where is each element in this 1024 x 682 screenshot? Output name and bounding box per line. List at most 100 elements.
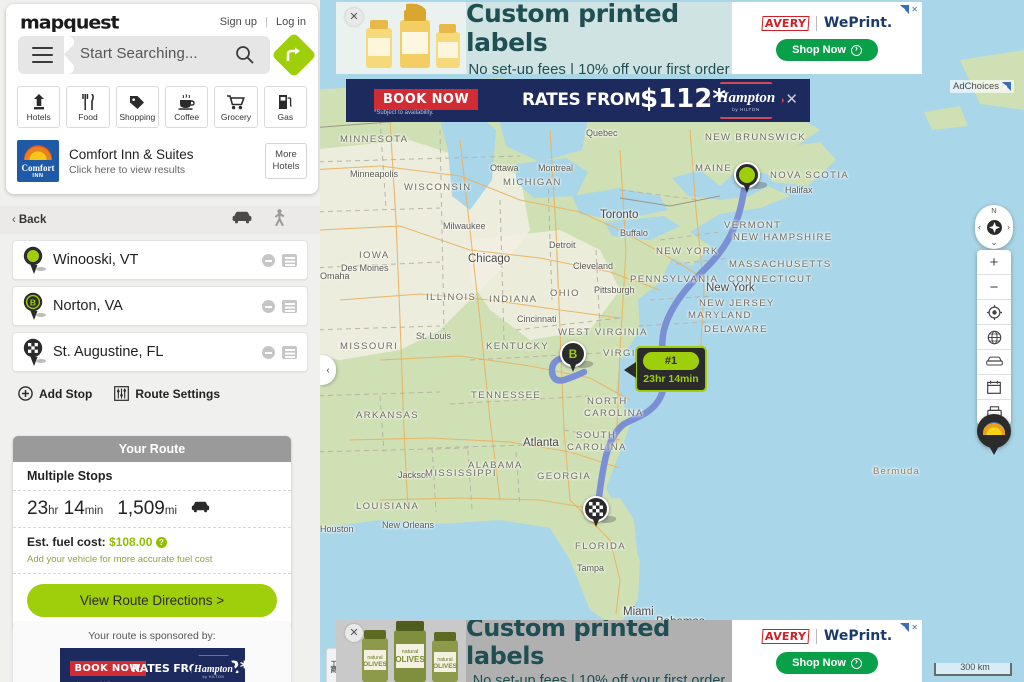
hampton-ad-close-button[interactable]: ✕: [785, 90, 798, 108]
mapquest-app: mapquest Sign up | Log in Start Searchin…: [0, 0, 1024, 682]
shop-now-button[interactable]: Shop Now: [776, 39, 878, 61]
category-food[interactable]: Food: [66, 86, 110, 128]
ad-close-x-small[interactable]: ✕: [911, 5, 918, 14]
directions-arrow-icon[interactable]: [271, 32, 317, 78]
traffic-button[interactable]: [977, 350, 1011, 375]
add-stop-button[interactable]: Add Stop: [18, 386, 92, 401]
remove-stop-icon[interactable]: [262, 253, 275, 267]
start-marker[interactable]: [734, 162, 769, 194]
map-label: Milwaukee: [443, 221, 486, 231]
stop-options-icon[interactable]: [282, 299, 297, 313]
map-label: New York: [706, 282, 755, 294]
avery-weprint-logo: AVERY WePrint.: [761, 15, 893, 31]
layers-pin-tip: [989, 446, 999, 455]
stop-options-icon[interactable]: [282, 345, 297, 359]
map-layers-button[interactable]: [977, 414, 1011, 455]
compass-hub-icon[interactable]: [987, 220, 1002, 235]
weprint-logo: WePrint.: [823, 15, 893, 31]
more-hotels-button[interactable]: More Hotels: [265, 142, 307, 180]
map-label: PENNSYLVANIA: [630, 274, 719, 285]
map-label: NEW HAMPSHIRE: [733, 232, 833, 243]
map-label: TENNESSEE: [471, 390, 542, 401]
stop-options-icon[interactable]: [282, 253, 297, 267]
map-label: Omaha: [320, 271, 350, 281]
logo-divider: [815, 628, 817, 644]
globe-view-button[interactable]: [977, 325, 1011, 350]
search-box[interactable]: Start Searching...: [18, 36, 270, 74]
my-location-button[interactable]: [977, 300, 1011, 325]
stop-row-3[interactable]: St. Augustine, FL: [12, 332, 308, 372]
sign-up-link[interactable]: Sign up: [220, 16, 257, 28]
arrow-circle-icon: [850, 43, 862, 56]
finish-marker[interactable]: [583, 496, 618, 528]
adchoices-map-link[interactable]: AdChoices: [950, 80, 1014, 93]
remove-stop-icon[interactable]: [262, 345, 275, 359]
bottom-banner-ad[interactable]: natural OLIVES natural OLIVES natural OL…: [336, 620, 922, 682]
search-icon[interactable]: [235, 45, 254, 69]
top-banner-ad[interactable]: Custom printed labels No set-up fees | 1…: [336, 2, 922, 74]
route-settings-button[interactable]: Route Settings: [114, 386, 220, 401]
stop-actions: [262, 253, 297, 267]
stop-row-2[interactable]: B Norton, VA: [12, 286, 308, 326]
map-label: Ottawa: [490, 163, 519, 173]
adchoices-link[interactable]: ✕: [900, 623, 918, 632]
view-route-directions-button[interactable]: View Route Directions >: [27, 584, 277, 617]
zoom-in-button[interactable]: +: [977, 250, 1011, 275]
bottom-ad-close-button[interactable]: ✕: [345, 624, 363, 642]
remove-stop-icon[interactable]: [262, 299, 275, 313]
category-grocery[interactable]: Grocery: [214, 86, 258, 128]
callout-tail: [624, 362, 636, 378]
finish-pin-icon: [21, 337, 47, 367]
ad-brand-panel: ✕ AVERY WePrint. Shop Now: [732, 2, 922, 74]
adchoices-icon: [900, 623, 910, 632]
category-hotels[interactable]: Hotels: [17, 86, 61, 128]
category-chips: Hotels Food Shopping Coffee Grocery Gas: [6, 80, 318, 136]
map-label: Halifax: [785, 185, 813, 195]
search-input[interactable]: Start Searching...: [80, 45, 198, 62]
top-ad-close-button[interactable]: ✕: [345, 8, 363, 26]
compass-tilt-down[interactable]: ⌄: [975, 237, 1013, 248]
compass-control[interactable]: N ‹ › ⌄: [975, 205, 1013, 249]
hotel-promo[interactable]: Comfort INN Comfort Inn & Suites Click h…: [6, 136, 318, 194]
zoom-out-button[interactable]: −: [977, 275, 1011, 300]
hampton-banner-ad[interactable]: BOOK NOW *Subject to availability. RATES…: [346, 79, 810, 122]
log-in-link[interactable]: Log in: [276, 16, 306, 28]
map-label: LOUISIANA: [356, 501, 420, 512]
fuel-row: Est. fuel cost: $108.00 ?: [13, 528, 291, 549]
compass-rotate-right[interactable]: ›: [1007, 222, 1010, 232]
adchoices-link[interactable]: ✕: [900, 5, 918, 14]
fuel-amount: $108.00: [109, 535, 153, 549]
map-label: MASSACHUSETTS: [729, 259, 832, 270]
pedestrian-icon[interactable]: [272, 209, 286, 231]
events-button[interactable]: [977, 375, 1011, 400]
map-label: Cincinnati: [517, 314, 557, 324]
shop-now-button[interactable]: Shop Now: [776, 652, 878, 674]
ad-subline: No set-up fees | 10% off your first orde…: [468, 60, 730, 75]
route-summary-card: Your Route Multiple Stops 23hr 14min 1,5…: [13, 436, 291, 629]
map-label: DELAWARE: [704, 324, 768, 335]
hotel-promo-text: Comfort Inn & Suites Click here to view …: [59, 147, 265, 176]
help-icon[interactable]: ?: [155, 537, 167, 548]
route-settings-label: Route Settings: [135, 386, 220, 401]
waypoint-b-marker[interactable]: B: [560, 341, 595, 373]
hampton-logo: Hampton by HILTON: [708, 82, 784, 119]
map-label: Cleveland: [573, 261, 614, 271]
category-coffee[interactable]: Coffee: [164, 86, 209, 128]
map-label: KENTUCKY: [486, 341, 549, 352]
compass-rotate-left[interactable]: ‹: [978, 222, 981, 232]
stop-row-1[interactable]: Winooski, VT: [12, 240, 308, 280]
sponsor-hampton-banner[interactable]: BOOK NOW *Subject to availability. RATES…: [59, 648, 245, 682]
back-button[interactable]: ‹ Back: [12, 214, 46, 226]
map-controls-stack: + −: [977, 250, 1011, 425]
search-notch: [64, 36, 74, 74]
category-shopping[interactable]: Shopping: [115, 86, 159, 128]
hamburger-icon[interactable]: [32, 47, 53, 63]
ad-close-x-small[interactable]: ✕: [911, 623, 918, 632]
map-canvas[interactable]: MINNESOTA Minneapolis WISCONSIN MICHIGAN Tor…: [320, 0, 1024, 682]
car-icon[interactable]: [232, 211, 252, 229]
route-callout[interactable]: #1 23hr 14min: [624, 346, 707, 392]
sun-logo-icon: [24, 145, 52, 160]
category-gas[interactable]: Gas: [263, 86, 307, 128]
marker-tip: [743, 183, 751, 193]
mapquest-logo[interactable]: mapquest: [20, 13, 120, 33]
